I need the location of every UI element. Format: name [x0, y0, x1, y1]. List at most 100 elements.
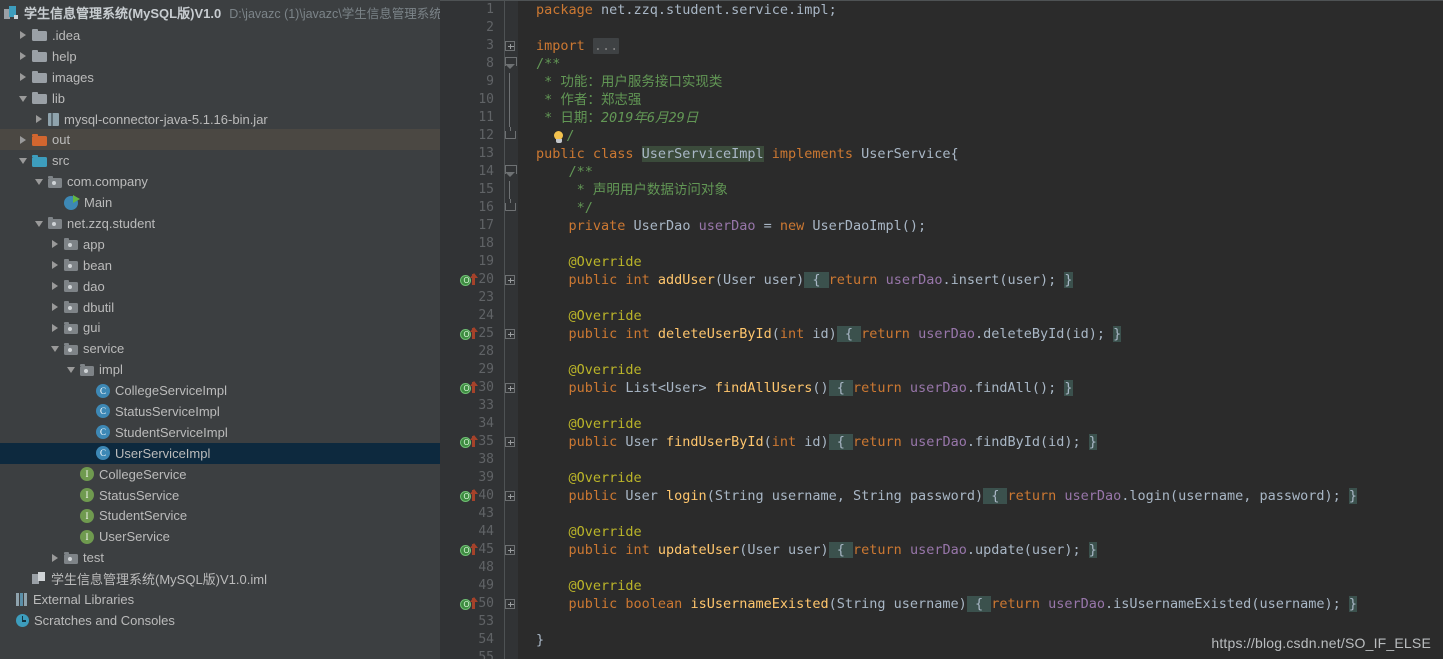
chevron-right-icon[interactable]	[34, 114, 45, 125]
tree-item-statusserviceimpl[interactable]: C StatusServiceImpl	[0, 401, 440, 422]
fold-marker-slot[interactable]	[504, 109, 518, 127]
project-root-row[interactable]: 学生信息管理系统(MySQL版)V1.0 D:\javazc (1)\javaz…	[0, 0, 440, 25]
override-method-icon[interactable]	[460, 489, 482, 503]
tree-item-mysql-connector-java-5-1-16-bin-jar[interactable]: mysql-connector-java-5.1.16-bin.jar	[0, 109, 440, 130]
code-line[interactable]	[518, 559, 1443, 577]
code-line[interactable]	[518, 289, 1443, 307]
code-line[interactable]	[518, 343, 1443, 361]
code-line[interactable]: * 声明用户数据访问对象	[518, 181, 1443, 199]
fold-region-end-icon[interactable]	[505, 199, 516, 213]
code-line[interactable]: private UserDao userDao = new UserDaoImp…	[518, 217, 1443, 235]
code-line[interactable]	[518, 19, 1443, 37]
code-line[interactable]: public int updateUser(User user) { retur…	[518, 541, 1443, 559]
code-line[interactable]: * 作者：郑志强	[518, 91, 1443, 109]
fold-marker-slot[interactable]	[504, 73, 518, 91]
code-line[interactable]: public User login(String username, Strin…	[518, 487, 1443, 505]
code-line[interactable]	[518, 397, 1443, 415]
chevron-right-icon[interactable]	[50, 260, 61, 271]
tree-item-collegeservice[interactable]: I CollegeService	[0, 464, 440, 485]
fold-collapse-icon[interactable]	[505, 165, 517, 177]
project-tool-window[interactable]: 学生信息管理系统(MySQL版)V1.0 D:\javazc (1)\javaz…	[0, 0, 440, 659]
fold-marker-slot[interactable]	[504, 181, 518, 199]
code-line[interactable]: @Override	[518, 469, 1443, 487]
fold-marker-slot[interactable]	[504, 541, 518, 559]
tree-item-service[interactable]: service	[0, 338, 440, 359]
tree-item-userserviceimpl[interactable]: C UserServiceImpl	[0, 442, 440, 464]
fold-marker-slot[interactable]	[504, 487, 518, 505]
code-line[interactable]	[518, 451, 1443, 469]
tree-item-external-libraries[interactable]: External Libraries	[0, 589, 440, 610]
tree-item-studentserviceimpl[interactable]: C StudentServiceImpl	[0, 422, 440, 443]
editor-gutter[interactable]: 1238910111213141516171819202324252829303…	[440, 1, 504, 659]
tree-item-gui[interactable]: gui	[0, 317, 440, 338]
project-tree[interactable]: .idea help images lib mysql-connector-java-5…	[0, 25, 440, 631]
chevron-down-icon[interactable]	[66, 364, 77, 375]
fold-marker-slot[interactable]	[504, 127, 518, 145]
fold-region-end-icon[interactable]	[505, 127, 516, 141]
code-line[interactable]: /	[518, 127, 1443, 145]
fold-expand-icon[interactable]	[505, 329, 515, 339]
tree-item-main[interactable]: Main	[0, 192, 440, 213]
override-method-icon[interactable]	[460, 597, 482, 611]
tree-item-src[interactable]: src	[0, 150, 440, 171]
code-line[interactable]: /**	[518, 55, 1443, 73]
tree-item-studentservice[interactable]: I StudentService	[0, 505, 440, 526]
fold-marker-slot[interactable]	[504, 163, 518, 181]
tree-item-bean[interactable]: bean	[0, 255, 440, 276]
code-line[interactable]: @Override	[518, 415, 1443, 433]
fold-marker-slot[interactable]	[504, 325, 518, 343]
chevron-right-icon[interactable]	[50, 239, 61, 250]
tree-item-test[interactable]: test	[0, 547, 440, 568]
tree-item-app[interactable]: app	[0, 234, 440, 255]
override-method-icon[interactable]	[460, 435, 482, 449]
chevron-down-icon[interactable]	[18, 155, 29, 166]
chevron-right-icon[interactable]	[50, 302, 61, 313]
code-editor[interactable]: 1238910111213141516171819202324252829303…	[440, 0, 1443, 659]
code-line[interactable]: public int deleteUserById(int id) { retu…	[518, 325, 1443, 343]
tree-item-dao[interactable]: dao	[0, 276, 440, 297]
fold-expand-icon[interactable]	[505, 437, 515, 447]
chevron-right-icon[interactable]	[50, 322, 61, 333]
chevron-down-icon[interactable]	[34, 218, 45, 229]
fold-marker-slot[interactable]	[504, 199, 518, 217]
tree-item-mysql-v1-0-iml[interactable]: 学生信息管理系统(MySQL版)V1.0.iml	[0, 568, 440, 589]
chevron-right-icon[interactable]	[18, 134, 29, 145]
code-line[interactable]: @Override	[518, 523, 1443, 541]
tree-item-net-zzq-student[interactable]: net.zzq.student	[0, 213, 440, 234]
code-line[interactable]: public boolean isUsernameExisted(String …	[518, 595, 1443, 613]
tree-item-userservice[interactable]: I UserService	[0, 526, 440, 547]
code-folding-column[interactable]	[504, 1, 518, 659]
code-line[interactable]: import ...	[518, 37, 1443, 55]
tree-item-statusservice[interactable]: I StatusService	[0, 485, 440, 506]
tree-item-images[interactable]: images	[0, 67, 440, 88]
code-line[interactable]: */	[518, 199, 1443, 217]
code-line[interactable]: * 日期：2019年6月29日	[518, 109, 1443, 127]
code-content[interactable]: package net.zzq.student.service.impl; im…	[518, 1, 1443, 659]
fold-marker-slot[interactable]	[504, 91, 518, 109]
code-line[interactable]: @Override	[518, 577, 1443, 595]
chevron-right-icon[interactable]	[50, 552, 61, 563]
fold-marker-slot[interactable]	[504, 55, 518, 73]
code-line[interactable]: * 功能：用户服务接口实现类	[518, 73, 1443, 91]
tree-item-lib[interactable]: lib	[0, 88, 440, 109]
code-line[interactable]	[518, 505, 1443, 523]
tree-item-help[interactable]: help	[0, 46, 440, 67]
override-method-icon[interactable]	[460, 381, 482, 395]
fold-expand-icon[interactable]	[505, 383, 515, 393]
tree-item-scratches-and-consoles[interactable]: Scratches and Consoles	[0, 610, 440, 631]
code-line[interactable]: @Override	[518, 361, 1443, 379]
tree-item-com-company[interactable]: com.company	[0, 171, 440, 192]
override-method-icon[interactable]	[460, 327, 482, 341]
tree-item-collegeserviceimpl[interactable]: C CollegeServiceImpl	[0, 380, 440, 401]
fold-marker-slot[interactable]	[504, 37, 518, 55]
fold-expand-icon[interactable]	[505, 491, 515, 501]
fold-marker-slot[interactable]	[504, 379, 518, 397]
intention-bulb-icon[interactable]	[552, 131, 566, 145]
chevron-down-icon[interactable]	[34, 176, 45, 187]
code-line[interactable]: /**	[518, 163, 1443, 181]
tree-item-impl[interactable]: impl	[0, 359, 440, 380]
tree-item-dbutil[interactable]: dbutil	[0, 297, 440, 318]
code-line[interactable]: @Override	[518, 307, 1443, 325]
fold-expand-icon[interactable]	[505, 599, 515, 609]
code-line[interactable]: package net.zzq.student.service.impl;	[518, 1, 1443, 19]
